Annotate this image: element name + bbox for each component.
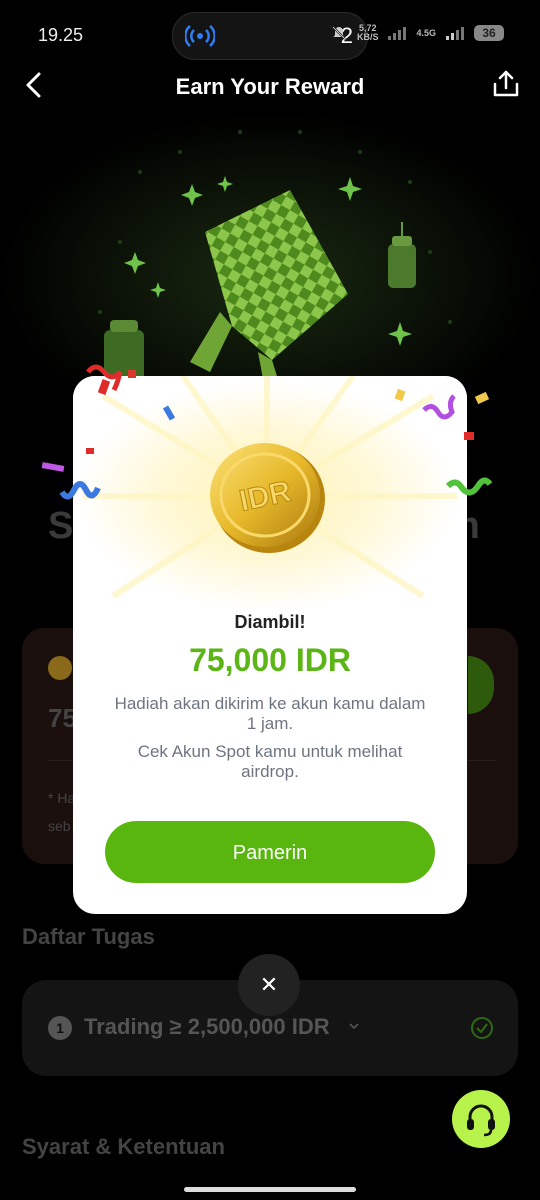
reward-amount-value: 75,000 IDR (189, 642, 351, 678)
nav-bar: Earn Your Reward (0, 60, 540, 112)
signal-icon (388, 26, 407, 40)
chevron-down-icon[interactable] (348, 1020, 360, 1034)
close-button[interactable]: ✕ (238, 954, 300, 1016)
network-speed: 5,72 KB/S (357, 24, 379, 42)
status-icons: 5,72 KB/S 4.5G 36 (331, 24, 504, 42)
tasks-title: Daftar Tugas (22, 924, 155, 949)
broadcast-icon (184, 22, 216, 50)
terms-title: Syarat & Ketentuan (22, 1134, 225, 1159)
card-note-line1: * Ha (48, 790, 76, 806)
battery-icon: 36 (474, 25, 504, 41)
coin-icon (48, 656, 72, 680)
page-title: Earn Your Reward (175, 74, 365, 99)
task-label: Trading ≥ 2,500,000 IDR (84, 1014, 330, 1039)
headset-icon (467, 1104, 495, 1137)
spot-account-message: Cek Akun Spot kamu untuk melihat airdrop… (137, 742, 403, 781)
speed-unit: KB/S (356, 32, 379, 42)
status-time: 19.25 (38, 25, 84, 45)
show-off-button[interactable]: Pamerin (105, 821, 435, 883)
home-indicator[interactable] (184, 1187, 356, 1192)
delivery-message: Hadiah akan dikirim ke akun kamu dalam 1… (114, 694, 426, 733)
signal-icon-2 (446, 26, 464, 40)
support-button[interactable] (452, 1090, 510, 1148)
task-number: 1 (48, 1016, 72, 1040)
share-icon[interactable] (490, 68, 522, 100)
idr-coin-icon: IDR (210, 443, 325, 553)
check-circle-icon (471, 1017, 493, 1039)
reward-claimed-dialog: IDR Diambil! 75,000 IDR Hadiah akan diki… (73, 376, 467, 914)
bg-heading-left: S (48, 505, 74, 547)
network-type: 4.5G (416, 28, 436, 38)
card-note-line2: seb (48, 818, 71, 834)
claimed-label: Diambil! (234, 612, 306, 632)
bell-muted-icon (332, 26, 346, 40)
